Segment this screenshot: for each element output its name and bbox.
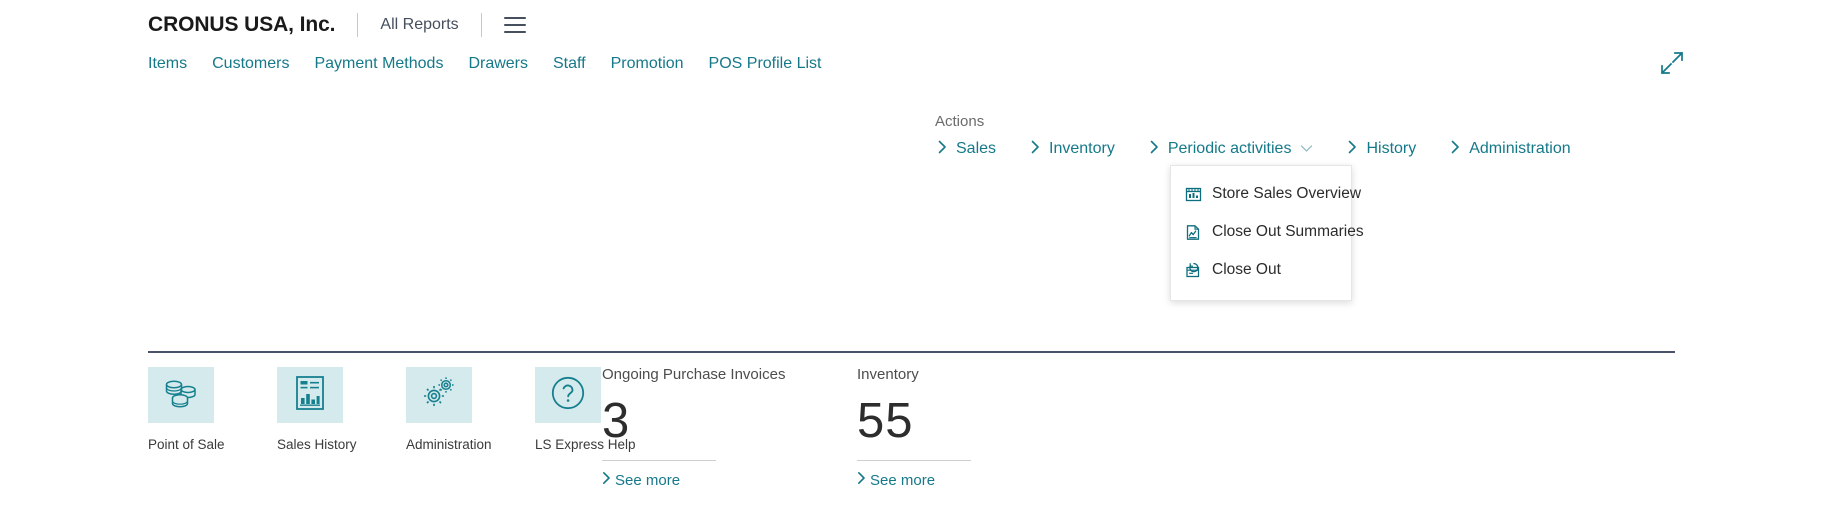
chevron-right-icon (857, 471, 866, 489)
menu-item-label: Close Out Summaries (1212, 223, 1364, 240)
nav-link-customers[interactable]: Customers (212, 55, 289, 73)
chevron-right-icon (1150, 140, 1159, 159)
kpi-card-ongoing-purchase-invoices: Ongoing Purchase Invoices 3 See more (602, 366, 785, 489)
kpi-see-more-link[interactable]: See more (602, 471, 785, 489)
chevron-right-icon (1451, 140, 1460, 159)
chevron-right-icon (602, 471, 611, 489)
question-circle-icon (550, 375, 586, 416)
app-header: CRONUS USA, Inc. All Reports (148, 8, 526, 42)
action-periodic-activities[interactable]: Periodic activities (1150, 140, 1314, 159)
menu-item-label: Close Out (1212, 261, 1281, 278)
tile-icon-box (277, 367, 343, 423)
menu-item-label: Store Sales Overview (1212, 185, 1362, 202)
tile-point-of-sale[interactable]: Point of Sale (148, 367, 258, 452)
menu-item-close-out-summaries[interactable]: Close Out Summaries (1171, 213, 1364, 251)
action-label: Inventory (1049, 140, 1115, 157)
action-administration[interactable]: Administration (1451, 140, 1571, 159)
tile-administration[interactable]: Administration (406, 367, 516, 452)
kpi-rule (857, 460, 971, 461)
action-sales[interactable]: Sales (938, 140, 996, 159)
chevron-right-icon (938, 140, 947, 159)
action-label: Periodic activities (1167, 140, 1292, 157)
actions-label: Actions (935, 113, 985, 130)
action-label: History (1366, 140, 1417, 157)
kpi-title: Inventory (857, 366, 919, 383)
kpi-card-inventory: Inventory 55 See more (857, 366, 971, 489)
nav-link-payment-methods[interactable]: Payment Methods (314, 55, 443, 73)
action-history[interactable]: History (1348, 140, 1416, 159)
kpi-title: Ongoing Purchase Invoices (602, 366, 786, 383)
menu-item-close-out[interactable]: Close Out (1171, 251, 1351, 289)
kpi-see-more-link[interactable]: See more (857, 471, 971, 489)
action-label: Sales (956, 140, 997, 157)
tile-label: Point of Sale (148, 437, 225, 452)
store-sales-overview-icon (1185, 186, 1202, 203)
action-label: Administration (1469, 140, 1571, 157)
all-reports-link[interactable]: All Reports (380, 16, 458, 34)
gears-icon (419, 375, 459, 416)
header-divider-2 (480, 13, 482, 37)
chevron-right-icon (1031, 140, 1040, 159)
section-divider (148, 351, 1675, 353)
shortcut-tiles: Point of Sale Sales History Administrati… (148, 367, 664, 452)
expand-diagonal-icon[interactable] (1658, 50, 1684, 76)
tile-sales-history[interactable]: Sales History (277, 367, 387, 452)
nav-link-promotion[interactable]: Promotion (611, 55, 684, 73)
periodic-activities-dropdown: Store Sales Overview Close Out Summaries… (1170, 165, 1364, 301)
tile-label: Sales History (277, 437, 357, 452)
page-title: CRONUS USA, Inc. (148, 13, 336, 36)
kpi-rule (602, 460, 716, 461)
actions-row: Sales Inventory Periodic activities Hist… (938, 137, 1606, 161)
nav-links: Items Customers Payment Methods Drawers … (148, 52, 821, 76)
tile-icon-box (535, 367, 601, 423)
nav-link-items[interactable]: Items (148, 55, 187, 73)
header-divider-1 (357, 13, 359, 37)
chevron-right-icon (1348, 140, 1357, 159)
coins-icon (162, 376, 200, 415)
action-inventory[interactable]: Inventory (1031, 140, 1115, 159)
hamburger-icon[interactable] (503, 17, 526, 33)
kpi-value: 3 (602, 394, 631, 448)
kpi-value: 55 (857, 394, 914, 448)
close-out-summaries-icon (1185, 224, 1202, 241)
kpi-see-more-label: See more (870, 471, 936, 489)
report-chart-icon (295, 375, 325, 416)
nav-link-drawers[interactable]: Drawers (468, 55, 528, 73)
nav-link-pos-profile-list[interactable]: POS Profile List (709, 55, 822, 73)
kpi-see-more-label: See more (615, 471, 681, 489)
tile-icon-box (406, 367, 472, 423)
close-out-icon (1185, 262, 1202, 279)
menu-item-store-sales-overview[interactable]: Store Sales Overview (1171, 175, 1361, 213)
chevron-down-icon (1300, 140, 1313, 158)
nav-link-staff[interactable]: Staff (553, 55, 586, 73)
tile-icon-box (148, 367, 214, 423)
tile-label: Administration (406, 437, 492, 452)
